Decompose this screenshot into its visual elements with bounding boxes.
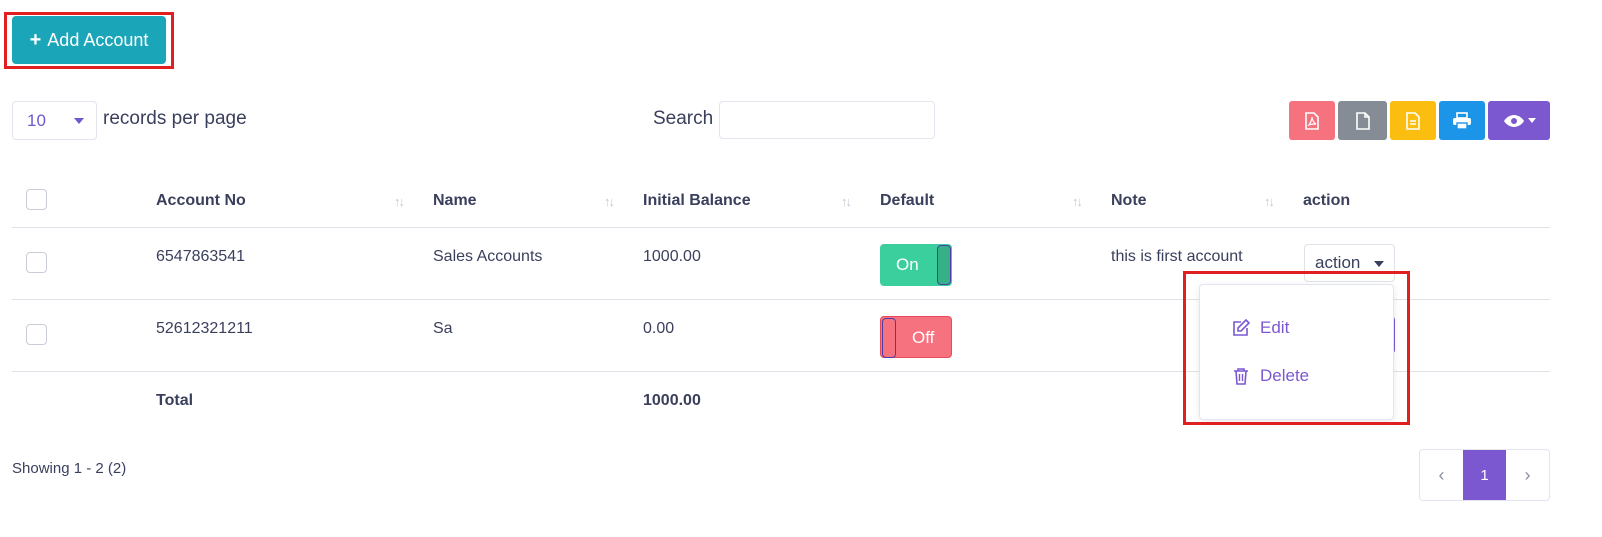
- action-button-label: action: [1315, 253, 1361, 272]
- highlight-add-account: [4, 12, 174, 69]
- default-toggle[interactable]: On: [880, 244, 952, 286]
- export-excel-button[interactable]: [1390, 101, 1436, 140]
- column-visibility-button[interactable]: [1488, 101, 1550, 140]
- name-cell: Sa: [433, 320, 453, 337]
- column-header-initial-balance[interactable]: Initial Balance: [643, 192, 751, 210]
- column-header-default[interactable]: Default: [880, 192, 934, 210]
- pdf-file-icon: [1305, 111, 1319, 130]
- next-page-button[interactable]: ›: [1506, 450, 1549, 500]
- select-all-checkbox[interactable]: [26, 189, 47, 210]
- account-no-cell: 6547863541: [156, 248, 245, 265]
- toggle-knob: [882, 318, 896, 358]
- initial-balance-cell: 1000.00: [643, 248, 701, 265]
- name-cell: Sales Accounts: [433, 248, 543, 265]
- document-icon: [1355, 111, 1370, 130]
- export-pdf-button[interactable]: [1289, 101, 1335, 140]
- export-document-button[interactable]: [1338, 101, 1387, 140]
- toggle-label: On: [896, 255, 919, 274]
- table-header: Account No ↑↓ Name ↑↓ Initial Balance ↑↓…: [12, 170, 1550, 228]
- toggle-label: Off: [912, 328, 935, 347]
- spreadsheet-icon: [1406, 111, 1420, 130]
- records-per-page-value: 10: [27, 110, 46, 130]
- row-checkbox[interactable]: [26, 324, 47, 345]
- chevron-right-icon: ›: [1524, 464, 1531, 485]
- row-checkbox[interactable]: [26, 252, 47, 273]
- sort-icon[interactable]: ↑↓: [394, 194, 405, 209]
- column-header-action: action: [1303, 192, 1351, 209]
- default-toggle[interactable]: Off: [880, 316, 952, 358]
- print-button[interactable]: [1439, 101, 1485, 140]
- pagination: ‹ 1 ›: [1419, 449, 1550, 501]
- search-label: Search: [653, 108, 714, 129]
- sort-icon[interactable]: ↑↓: [841, 194, 852, 209]
- sort-icon[interactable]: ↑↓: [1264, 194, 1275, 209]
- column-header-account-no[interactable]: Account No: [156, 192, 246, 210]
- chevron-down-icon: [1374, 261, 1384, 267]
- records-per-page-label: records per page: [103, 108, 247, 129]
- chevron-down-icon: [1527, 118, 1536, 123]
- previous-page-button[interactable]: ‹: [1420, 450, 1463, 500]
- toggle-knob: [937, 245, 951, 285]
- initial-balance-cell: 0.00: [643, 320, 675, 337]
- printer-icon: [1453, 111, 1471, 130]
- chevron-down-icon: [74, 118, 84, 124]
- page-button-current[interactable]: 1: [1463, 450, 1506, 500]
- column-header-note[interactable]: Note: [1111, 192, 1147, 210]
- sort-icon[interactable]: ↑↓: [1072, 194, 1083, 209]
- eye-icon: [1503, 114, 1524, 127]
- account-no-cell: 52612321211: [156, 320, 253, 337]
- sort-icon[interactable]: ↑↓: [604, 194, 615, 209]
- note-cell: this is first account: [1111, 248, 1243, 265]
- total-value: 1000.00: [643, 392, 701, 409]
- column-header-name[interactable]: Name: [433, 192, 477, 210]
- records-info: Showing 1 - 2 (2): [12, 460, 127, 477]
- chevron-left-icon: ‹: [1438, 464, 1445, 485]
- records-per-page-select[interactable]: 10: [12, 101, 97, 140]
- search-input[interactable]: [719, 101, 935, 139]
- highlight-action-menu: [1183, 271, 1410, 425]
- total-label: Total: [156, 392, 194, 409]
